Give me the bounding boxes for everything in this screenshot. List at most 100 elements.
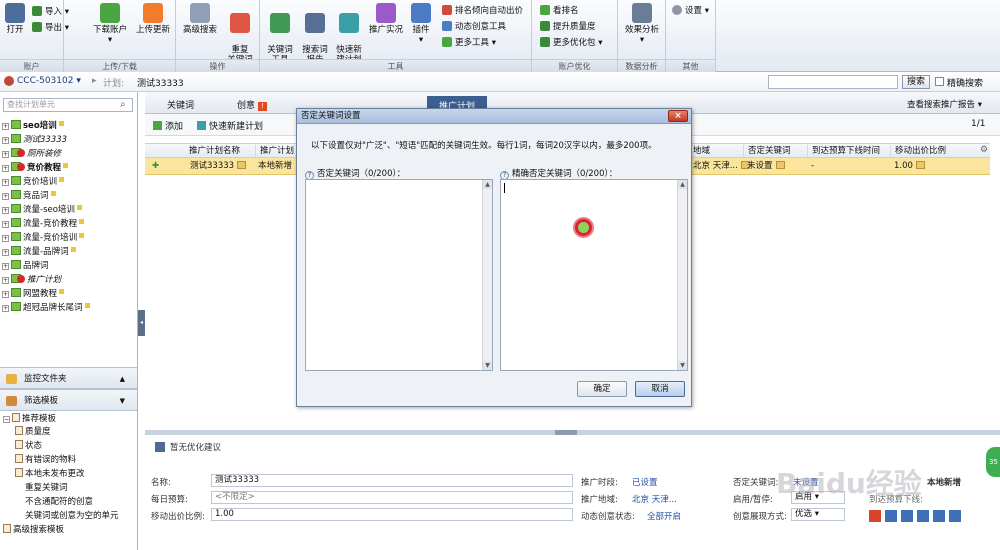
scroll-up-icon[interactable]: ▲ xyxy=(483,180,492,189)
edit-icon[interactable] xyxy=(775,161,785,169)
dynamic-status-value[interactable]: 全部开启 xyxy=(647,510,681,522)
expand-plus-icon[interactable]: + xyxy=(2,263,9,270)
more-tools-button[interactable]: 更多工具 ▾ xyxy=(442,37,496,50)
rank-bid-button[interactable]: 排名倾向自动出价 xyxy=(442,5,523,18)
share-icon[interactable] xyxy=(917,510,929,522)
edit-icon[interactable] xyxy=(237,161,247,169)
template-item[interactable]: 重复关键词 xyxy=(25,482,68,495)
plan-tree-item[interactable]: + 超冠品牌长尾词 xyxy=(2,302,90,315)
template-item[interactable]: 关键词或创意为空的单元 xyxy=(25,510,119,523)
time-value[interactable]: 已设置 xyxy=(632,476,658,488)
plan-tree-item[interactable]: + 流量-品牌词 xyxy=(2,246,76,259)
template-item[interactable]: 有错误的物料 xyxy=(15,454,76,467)
scroll-up-icon[interactable]: ▲ xyxy=(678,180,687,189)
expand-plus-icon[interactable]: + xyxy=(2,123,9,130)
plan-tree-item[interactable]: + 品牌词 xyxy=(2,260,49,273)
region-value[interactable]: 北京 天津... xyxy=(632,493,677,505)
share-icon[interactable] xyxy=(933,510,945,522)
plan-tree-item[interactable]: + 厕所装修 xyxy=(2,148,61,161)
search-report-button[interactable]: 搜索词 报告 xyxy=(298,3,332,65)
expand-plus-icon[interactable]: + xyxy=(2,193,9,200)
plugin-button[interactable]: 插件 ▾ xyxy=(406,3,436,45)
template-item[interactable]: 本地未发布更改 xyxy=(15,468,85,481)
plan-tree-item[interactable]: + 推广计划 xyxy=(2,274,61,287)
share-icon[interactable] xyxy=(949,510,961,522)
add-button[interactable]: 添加 xyxy=(153,119,183,132)
cancel-button[interactable]: 取消 xyxy=(635,381,685,397)
col-mobile-ratio[interactable]: 移动出价比例 xyxy=(890,145,946,158)
expand-plus-icon[interactable]: + xyxy=(2,235,9,242)
promo-reality-button[interactable]: 推广实况 xyxy=(366,3,406,35)
column-settings-gear-icon[interactable]: ⚙ xyxy=(980,145,988,155)
view-rank-button[interactable]: 看排名 xyxy=(540,5,579,18)
exact-negative-textarea[interactable]: ▲ ▼ xyxy=(500,179,688,371)
share-icon[interactable] xyxy=(901,510,913,522)
template-item[interactable]: 状态 xyxy=(15,440,42,453)
expand-plus-icon[interactable]: + xyxy=(2,291,9,298)
settings-button[interactable]: 设置 ▾ xyxy=(672,5,709,18)
collapse-left-pane-handle[interactable]: ◂ xyxy=(138,310,145,336)
floating-badge[interactable]: 35 xyxy=(986,447,1000,477)
view-report-link[interactable]: 查看搜索推广报告 ▾ xyxy=(907,98,982,110)
plan-tree-item[interactable]: + 流量-seo培训 xyxy=(2,204,82,217)
search-icon[interactable]: ⌕ xyxy=(120,99,126,110)
negative-keyword-textarea[interactable]: ▲ ▼ xyxy=(305,179,493,371)
col-plan-name[interactable]: 推广计划名称 xyxy=(185,145,240,158)
download-account-button[interactable]: 下载账户 ▾ xyxy=(90,3,130,45)
expand-plus-icon[interactable]: + xyxy=(2,165,9,172)
expand-plus-icon[interactable]: + xyxy=(2,151,9,158)
creative-select[interactable]: 优选 ▾ xyxy=(791,508,845,521)
open-button[interactable]: 打开 xyxy=(2,3,28,35)
edit-icon[interactable] xyxy=(915,161,925,169)
improve-quality-button[interactable]: 提升质量度 xyxy=(540,21,596,34)
breadcrumb-plan[interactable]: 测试33333 xyxy=(137,76,184,89)
scrollbar[interactable]: ▲ ▼ xyxy=(677,180,687,370)
ok-button[interactable]: 确定 xyxy=(577,381,627,397)
more-opt-button[interactable]: 更多优化包 ▾ xyxy=(540,37,602,50)
tab-keywords[interactable]: 关键词 xyxy=(167,98,194,111)
col-plan-status[interactable]: 推广计划 xyxy=(255,145,294,158)
template-item[interactable]: 质量度 xyxy=(15,426,51,439)
template-item[interactable]: 不含通配符的创意 xyxy=(25,496,93,509)
expand-plus-icon[interactable]: + xyxy=(2,221,9,228)
plan-tree-item[interactable]: + 竞价培训 xyxy=(2,176,65,189)
col-negative[interactable]: 否定关键词 xyxy=(743,145,791,158)
name-field[interactable]: 测试33333 xyxy=(211,474,573,487)
upload-update-button[interactable]: 上传更新 xyxy=(132,3,174,35)
template-root[interactable]: − 推荐模板 xyxy=(3,413,56,426)
tab-creative[interactable]: 创意 ! xyxy=(237,98,267,111)
top-search-input[interactable] xyxy=(768,75,898,89)
advanced-template[interactable]: 高级搜索模板 xyxy=(3,524,64,537)
expand-plus-icon[interactable]: + xyxy=(2,249,9,256)
mobile-ratio-field[interactable]: 1.00 xyxy=(211,508,573,521)
expand-plus-icon[interactable]: + xyxy=(2,137,9,144)
filter-template-header[interactable]: 筛选模板 ▼ xyxy=(0,389,137,411)
plan-tree-item[interactable]: + 流量-竞价教程 xyxy=(2,218,85,231)
scroll-down-icon[interactable]: ▼ xyxy=(678,361,687,370)
dynamic-creative-button[interactable]: 动态创意工具 xyxy=(442,21,506,34)
monitor-folder-header[interactable]: 监控文件夹 ▲ xyxy=(0,367,137,389)
share-icon[interactable] xyxy=(869,510,881,522)
budget-field[interactable]: <不限定> xyxy=(211,491,573,504)
quick-plan-button[interactable]: 快速新 建计划 xyxy=(332,3,366,65)
dialog-close-button[interactable]: × xyxy=(668,110,688,122)
effect-analysis-button[interactable]: 效果分析 ▾ xyxy=(622,3,662,45)
expand-plus-icon[interactable]: + xyxy=(2,305,9,312)
plan-tree-item[interactable]: + 测试33333 xyxy=(2,134,67,147)
exact-search-checkbox[interactable] xyxy=(935,77,944,86)
scrollbar[interactable]: ▲ ▼ xyxy=(482,180,492,370)
plan-tree-item[interactable]: + 竞品词 xyxy=(2,190,56,203)
top-search-button[interactable]: 搜索 xyxy=(902,75,930,89)
expand-plus-icon[interactable]: + xyxy=(2,179,9,186)
plan-tree-item[interactable]: + 网盟教程 xyxy=(2,288,65,301)
dialog-titlebar[interactable]: 否定关键词设置 × xyxy=(297,109,691,124)
plan-tree-item[interactable]: + 流量-竞价培训 xyxy=(2,232,85,245)
plan-search-input[interactable]: 查找计划单元 xyxy=(3,98,133,112)
col-budget-time[interactable]: 到达预算下线时间 xyxy=(807,145,880,158)
account-selector[interactable]: CCC-503102 ▾ xyxy=(17,76,81,86)
scroll-down-icon[interactable]: ▼ xyxy=(483,361,492,370)
advanced-search-button[interactable]: 高级搜索 xyxy=(180,3,220,35)
quick-new-plan-button[interactable]: 快速新建计划 xyxy=(197,119,263,132)
repeat-keyword-button[interactable]: 重复 关键词 xyxy=(222,3,258,65)
plan-tree-item[interactable]: + seo培训 xyxy=(2,120,64,133)
